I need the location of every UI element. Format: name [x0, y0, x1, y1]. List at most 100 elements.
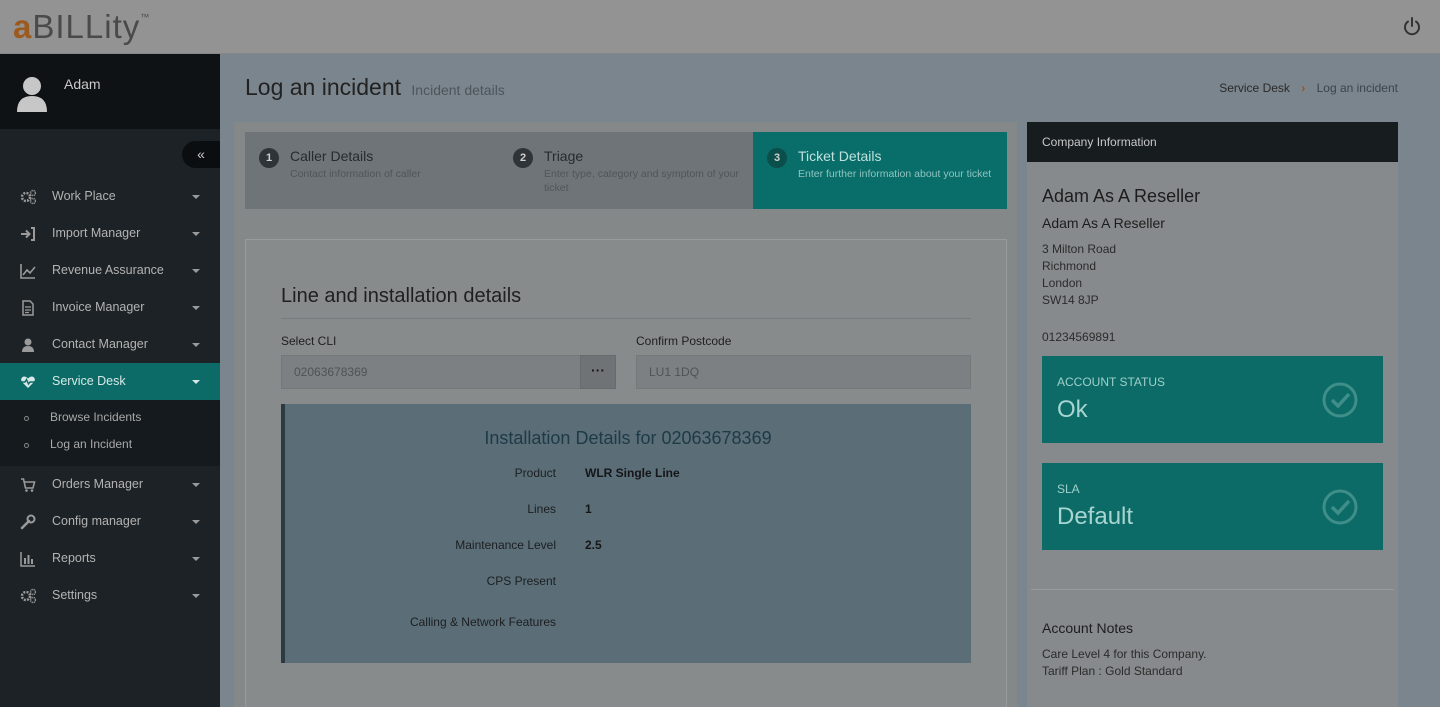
- breadcrumb-link-service-desk[interactable]: Service Desk: [1219, 81, 1290, 95]
- cli-lookup-button[interactable]: ···: [580, 355, 616, 389]
- account-status-value: Ok: [1057, 396, 1088, 423]
- account-notes-title: Account Notes: [1042, 620, 1134, 636]
- subitem-label: Log an Incident: [50, 437, 133, 451]
- cart-icon: [21, 478, 36, 492]
- sidebar-item-settings[interactable]: Settings: [0, 577, 220, 614]
- service-desk-submenu: Browse Incidents Log an Incident: [0, 400, 220, 466]
- step-number: 2: [513, 148, 533, 168]
- sidebar-item-invoice-manager[interactable]: Invoice Manager: [0, 289, 220, 326]
- sidebar-item-label: Import Manager: [52, 226, 141, 240]
- chevron-down-icon: [192, 380, 200, 384]
- company-account-name: Adam As A Reseller: [1042, 215, 1165, 231]
- select-cli-label: Select CLI: [281, 334, 337, 348]
- sidebar-item-label: Settings: [52, 588, 98, 602]
- sidebar: Adam « Work Place Import Manager Revenue…: [0, 54, 220, 707]
- sidebar-item-label: Invoice Manager: [52, 300, 145, 314]
- user-profile: Adam: [0, 54, 220, 129]
- logo-prefix: a: [13, 8, 33, 45]
- address-line: London: [1042, 276, 1083, 290]
- sidebar-item-import-manager[interactable]: Import Manager: [0, 215, 220, 252]
- subitem-label: Browse Incidents: [50, 410, 142, 424]
- step-number: 1: [259, 148, 279, 168]
- sidebar-item-orders-manager[interactable]: Orders Manager: [0, 466, 220, 503]
- sla-card: SLA Default: [1042, 463, 1383, 550]
- step-caller-details[interactable]: 1 Caller Details Contact information of …: [245, 132, 499, 209]
- select-cli-input[interactable]: 02063678369: [281, 355, 581, 389]
- company-name: Adam As A Reseller: [1042, 186, 1201, 206]
- wizard-steps: 1 Caller Details Contact information of …: [245, 132, 1007, 209]
- avatar[interactable]: [16, 74, 48, 112]
- step-ticket-details[interactable]: 3 Ticket Details Enter further informati…: [753, 132, 1007, 209]
- sidebar-collapse-button[interactable]: «: [182, 141, 220, 168]
- sidebar-item-reports[interactable]: Reports: [0, 540, 220, 577]
- row-label: CPS Present: [486, 574, 556, 588]
- document-icon: [22, 300, 34, 316]
- confirm-postcode-label: Confirm Postcode: [636, 334, 732, 348]
- cogs-icon: [20, 189, 36, 205]
- sidebar-item-label: Orders Manager: [52, 477, 144, 491]
- sidebar-subitem-browse-incidents[interactable]: Browse Incidents: [0, 404, 220, 431]
- sidebar-item-contact-manager[interactable]: Contact Manager: [0, 326, 220, 363]
- row-value: 2.5: [585, 538, 602, 552]
- sidebar-item-label: Contact Manager: [52, 337, 148, 351]
- company-phone: 01234569891: [1042, 330, 1116, 344]
- step-description: Enter type, category and symptom of your…: [544, 168, 739, 194]
- step-title: Caller Details: [290, 148, 374, 164]
- chevron-down-icon: [192, 269, 200, 273]
- address-line: 3 Milton Road: [1042, 242, 1117, 256]
- logo-trademark: ™: [140, 12, 151, 22]
- row-value: 1: [585, 502, 592, 516]
- bar-chart-icon: [20, 552, 35, 567]
- step-triage[interactable]: 2 Triage Enter type, category and sympto…: [499, 132, 753, 209]
- sidebar-subitem-log-an-incident[interactable]: Log an Incident: [0, 431, 220, 458]
- sidebar-menu: Work Place Import Manager Revenue Assura…: [0, 178, 220, 614]
- user-name: Adam: [64, 76, 101, 92]
- step-title: Ticket Details: [798, 148, 882, 164]
- row-label: Product: [514, 466, 556, 480]
- sidebar-item-label: Service Desk: [52, 374, 126, 388]
- address-line: Richmond: [1042, 259, 1097, 273]
- check-circle-icon: [1322, 489, 1358, 525]
- bullet-icon: [24, 443, 29, 448]
- breadcrumb-current: Log an incident: [1316, 81, 1398, 95]
- confirm-postcode-input[interactable]: LU1 1DQ: [636, 355, 971, 389]
- sidebar-item-work-place[interactable]: Work Place: [0, 178, 220, 215]
- main-panel: 1 Caller Details Contact information of …: [234, 122, 1017, 707]
- logo-text: BILLity: [32, 8, 141, 45]
- chevron-down-icon: [192, 557, 200, 561]
- chevron-down-icon: [192, 520, 200, 524]
- sla-value: Default: [1057, 503, 1134, 530]
- chevron-down-icon: [192, 195, 200, 199]
- chevron-down-icon: [192, 483, 200, 487]
- chevron-down-icon: [192, 343, 200, 347]
- section-title: Line and installation details: [281, 285, 971, 319]
- bullet-icon: [24, 416, 29, 421]
- chevron-right-icon: ›: [1301, 81, 1306, 95]
- power-icon[interactable]: [1402, 16, 1422, 38]
- chevron-down-icon: [192, 306, 200, 310]
- company-info-header: Company Information: [1027, 122, 1398, 162]
- row-label: Calling & Network Features: [409, 615, 556, 629]
- sidebar-item-service-desk[interactable]: Service Desk: [0, 363, 220, 400]
- account-status-card: ACCOUNT STATUS Ok: [1042, 356, 1383, 443]
- sidebar-item-revenue-assurance[interactable]: Revenue Assurance: [0, 252, 220, 289]
- user-icon: [22, 338, 34, 352]
- app-logo[interactable]: aBILLity™: [13, 8, 150, 46]
- sidebar-item-label: Reports: [52, 551, 96, 565]
- page-title-text: Log an incident: [245, 74, 402, 100]
- row-label: Maintenance Level: [455, 538, 556, 552]
- breadcrumb: Service Desk › Log an incident: [1219, 81, 1398, 95]
- check-circle-icon: [1322, 382, 1358, 418]
- sla-label: SLA: [1057, 482, 1080, 496]
- account-note: Care Level 4 for this Company.: [1042, 647, 1207, 661]
- account-note: Tariff Plan : Gold Standard: [1042, 664, 1183, 678]
- cogs-icon: [20, 588, 36, 604]
- page-title: Log an incident Incident details: [245, 74, 505, 101]
- sidebar-item-config-manager[interactable]: Config manager: [0, 503, 220, 540]
- address-postcode: SW14 8JP: [1042, 293, 1099, 307]
- page-subtitle: Incident details: [411, 82, 505, 98]
- chevron-down-icon: [192, 594, 200, 598]
- step-description: Contact information of caller: [290, 168, 421, 180]
- step-number: 3: [767, 148, 787, 168]
- row-label: Lines: [527, 502, 556, 516]
